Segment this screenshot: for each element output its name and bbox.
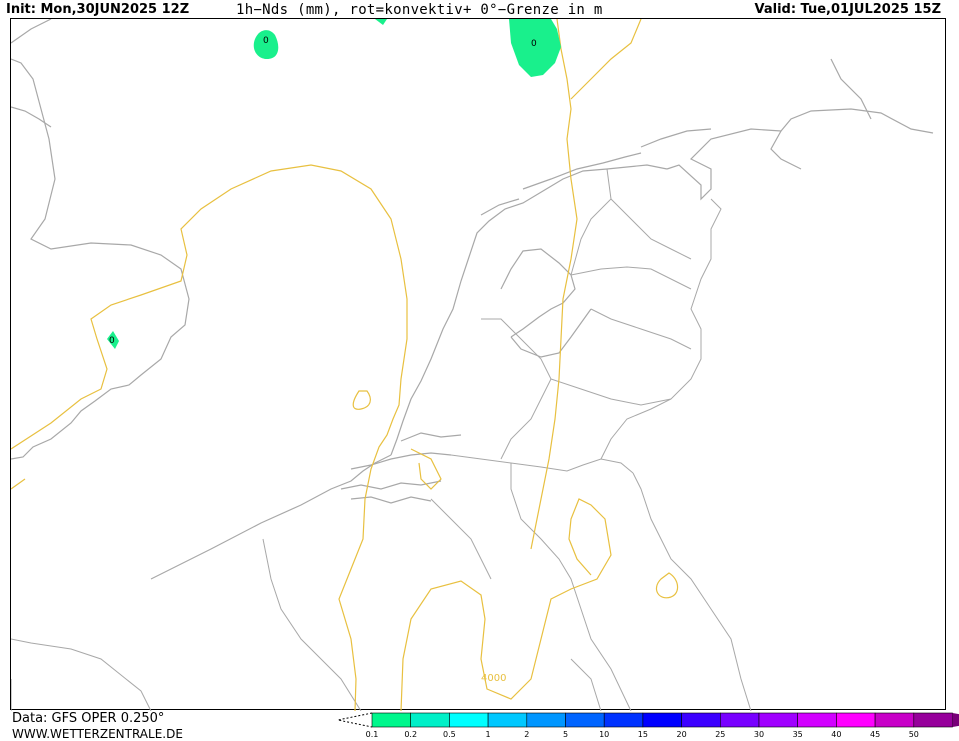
legend-start-arrow: [337, 712, 373, 728]
legend-swatch: [681, 712, 721, 728]
legend-tick-label: 45: [870, 730, 881, 739]
precip-value-label: 0: [263, 36, 269, 46]
legend-tick-label: 2: [524, 730, 530, 739]
weather-map: 4000 0 0 0: [11, 19, 934, 711]
legend-end-arrow: [952, 713, 959, 727]
legend-tick-label: 0.1: [365, 730, 379, 739]
legend-tick-label: 30: [753, 730, 765, 739]
legend-swatch: [797, 712, 837, 728]
borders: [11, 168, 752, 711]
legend-swatch: [565, 712, 605, 728]
legend-tick-label: 5: [562, 730, 569, 739]
precip-patch: [375, 19, 387, 25]
legend-tick-label: 10: [599, 730, 610, 739]
legend-tick-label: 0.5: [443, 730, 456, 739]
precip-value-label: 0: [531, 39, 537, 49]
legend-tick-label: 15: [637, 730, 648, 739]
legend-tick-label: 20: [676, 730, 687, 739]
data-source: Data: GFS OPER 0.250°: [12, 711, 165, 726]
legend-swatch: [487, 712, 528, 728]
legend-swatch: [836, 712, 876, 728]
legend-swatch: [874, 712, 915, 728]
map-frame: 4000 0 0 0: [10, 18, 946, 711]
legend-swatch: [526, 712, 566, 728]
legend-swatch: [642, 712, 682, 728]
legend-swatch: [758, 712, 799, 728]
legend-tick-label: 1: [485, 730, 491, 739]
legend-swatch: [449, 712, 489, 728]
legend-tick-label: 40: [831, 730, 842, 739]
legend-swatch: [913, 712, 953, 728]
website-link[interactable]: WWW.WETTERZENTRALE.DE: [12, 727, 183, 741]
precip-patches: [107, 19, 561, 349]
precip-value-label: 0: [109, 336, 115, 346]
legend-bar: [337, 712, 959, 728]
legend-tick-label: 50: [908, 730, 919, 739]
freezing-level-contours: [11, 19, 679, 711]
legend-tick-label: 25: [715, 730, 726, 739]
legend-swatch: [719, 712, 760, 728]
valid-time: Valid: Tue,01JUL2025 15Z: [754, 2, 941, 17]
map-title: 1h−Nds (mm), rot=konvektiv+ 0°−Grenze in…: [236, 2, 603, 18]
coastlines: [11, 19, 934, 711]
init-time: Init: Mon,30JUN2025 12Z: [6, 2, 190, 17]
contour-label: 4000: [481, 673, 506, 684]
legend-tick-label: 0.2: [404, 730, 418, 739]
color-legend: 0.1 0.2 0.5 1 2 5 10 15 20 25 30 35 40 45 50: [332, 711, 959, 741]
legend-swatch: [603, 712, 644, 728]
legend-swatch: [371, 712, 412, 728]
legend-swatch: [410, 712, 450, 728]
legend-tick-label: 35: [792, 730, 803, 739]
